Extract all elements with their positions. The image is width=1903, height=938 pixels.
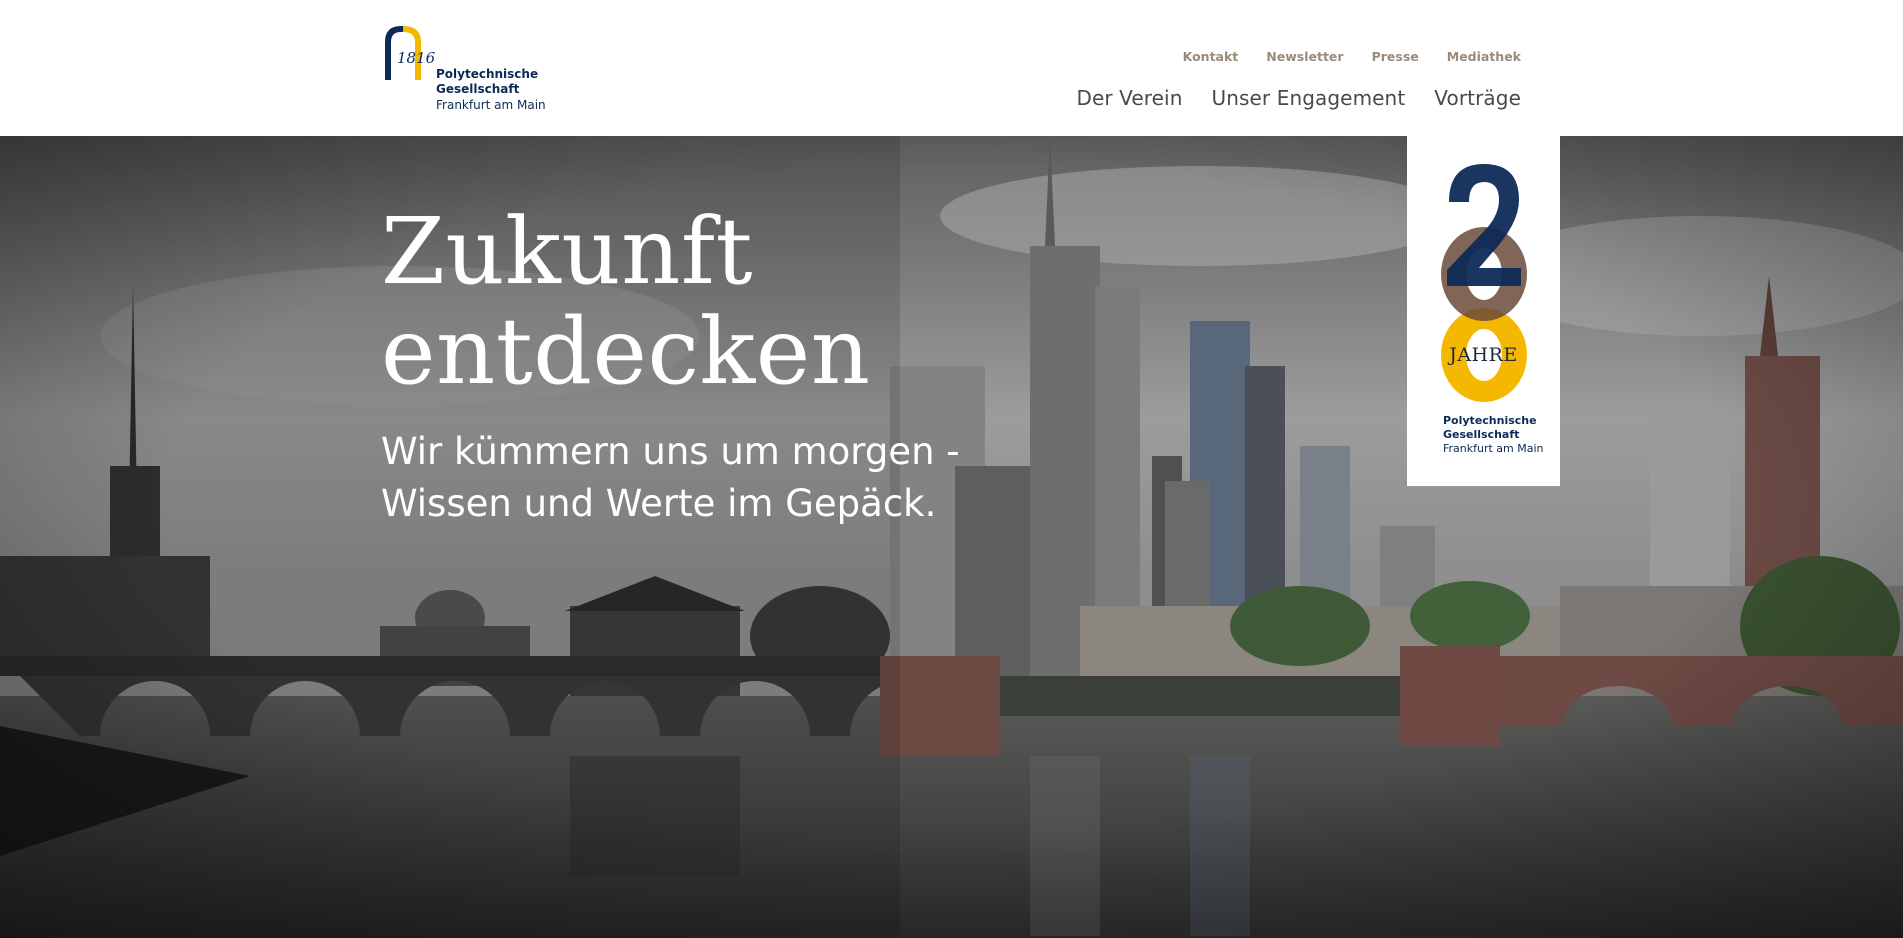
meta-navigation: Kontakt Newsletter Presse Mediathek <box>1183 49 1521 64</box>
anniversary-badge[interactable]: JAHRE Polytechnische Gesellschaft Frankf… <box>1407 136 1560 486</box>
badge-jahre-label: JAHRE <box>1449 344 1518 366</box>
main-nav-vortraege[interactable]: Vorträge <box>1434 86 1521 110</box>
meta-nav-presse[interactable]: Presse <box>1372 49 1419 64</box>
site-header: 1816 Polytechnische Gesellschaft Frankfu… <box>0 0 1903 136</box>
hero-subtitle-line2: Wissen und Werte im Gepäck. <box>381 482 937 525</box>
logo-name-line1: Polytechnische <box>436 67 539 81</box>
meta-nav-newsletter[interactable]: Newsletter <box>1266 49 1343 64</box>
logo-name-line2: Gesellschaft <box>436 82 520 96</box>
hero-title: Zukunft entdecken <box>381 202 870 402</box>
hero-banner: Zukunft entdecken Wir kümmern uns um mor… <box>0 136 1903 938</box>
badge-name-line1: Polytechnische <box>1443 414 1537 427</box>
hero-skyline-image <box>0 136 1903 938</box>
hero-subtitle: Wir kümmern uns um morgen - Wissen und W… <box>381 426 960 530</box>
hero-title-line1: Zukunft <box>381 198 753 305</box>
main-navigation: Der Verein Unser Engagement Vorträge <box>1076 86 1521 110</box>
badge-name-line3: Frankfurt am Main <box>1443 442 1544 455</box>
hero-title-line2: entdecken <box>381 298 871 405</box>
meta-nav-kontakt[interactable]: Kontakt <box>1183 49 1239 64</box>
logo-name-line3: Frankfurt am Main <box>436 98 546 112</box>
meta-nav-mediathek[interactable]: Mediathek <box>1447 49 1521 64</box>
main-nav-unser-engagement[interactable]: Unser Engagement <box>1211 86 1405 110</box>
site-logo[interactable]: 1816 Polytechnische Gesellschaft Frankfu… <box>381 22 551 117</box>
hero-subtitle-line1: Wir kümmern uns um morgen - <box>381 430 960 473</box>
badge-name-line2: Gesellschaft <box>1443 428 1520 441</box>
main-nav-der-verein[interactable]: Der Verein <box>1076 86 1182 110</box>
logo-year: 1816 <box>397 49 436 67</box>
